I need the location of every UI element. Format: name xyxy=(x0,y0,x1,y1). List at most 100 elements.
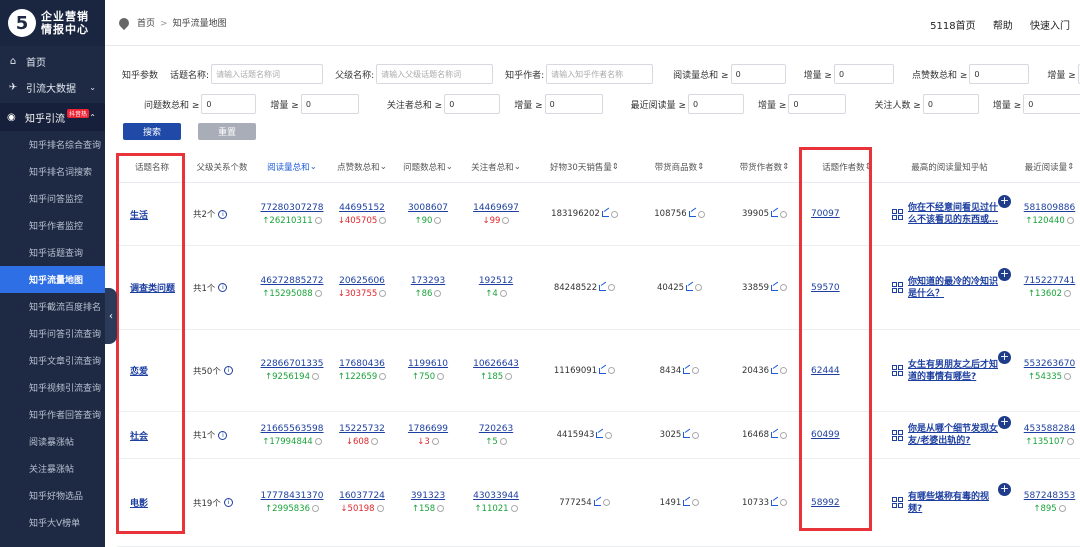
clock-icon[interactable] xyxy=(692,499,700,506)
clock-icon[interactable] xyxy=(608,284,616,291)
clock-icon[interactable] xyxy=(314,290,322,297)
qr-code-icon[interactable] xyxy=(892,208,903,220)
col-header-6[interactable]: 好物30天销售量 ⇕ xyxy=(532,150,637,183)
nav-help[interactable]: 帮助 xyxy=(993,21,1013,32)
sidebar-item-10[interactable]: 知乎作者回答查询 xyxy=(0,401,105,428)
stat-value[interactable]: 1199610 xyxy=(408,359,448,369)
search-button[interactable]: 搜索 xyxy=(123,123,181,140)
clock-icon[interactable] xyxy=(697,210,705,218)
clock-icon[interactable] xyxy=(605,431,613,439)
sidebar-item-home[interactable]: ⌂ 首页 xyxy=(0,48,105,74)
sidebar-item-5[interactable]: 知乎流量地图 xyxy=(0,266,105,293)
clock-icon[interactable] xyxy=(379,373,387,380)
col-header-4[interactable]: 问题数总和 ⌄ xyxy=(395,150,461,183)
clock-icon[interactable] xyxy=(379,216,387,224)
topic-input[interactable]: 请输入话题名称词 xyxy=(211,64,324,84)
clock-icon[interactable] xyxy=(379,290,387,297)
follow-inc-input[interactable]: 0 xyxy=(544,94,603,114)
sidebar-item-1[interactable]: 知乎排名词搜索 xyxy=(0,158,105,185)
qr-code-icon[interactable] xyxy=(892,497,903,508)
sidebar-item-11[interactable]: 阅读暴涨帖 xyxy=(0,428,105,455)
clock-icon[interactable] xyxy=(608,367,616,374)
sidebar-group-zhihu[interactable]: ◉ 知乎引流 抖音热 ⌃ xyxy=(0,103,105,131)
clock-icon[interactable] xyxy=(602,499,610,506)
breadcrumb-home[interactable]: 首页 xyxy=(137,19,155,29)
stat-value[interactable]: 581809886 xyxy=(1024,203,1076,213)
sidebar-item-3[interactable]: 知乎作者监控 xyxy=(0,212,105,239)
clock-icon[interactable] xyxy=(499,437,507,445)
clock-icon[interactable] xyxy=(431,437,439,445)
reset-button[interactable]: 重置 xyxy=(198,123,256,140)
attn-inc-input[interactable]: 0 xyxy=(1023,94,1080,114)
sidebar-item-14[interactable]: 知乎大V榜单 xyxy=(0,509,105,536)
col-header-11[interactable]: 最近阅读量 ⇕ xyxy=(1012,150,1080,183)
clock-icon[interactable] xyxy=(510,505,518,512)
stat-value[interactable]: 43033944 xyxy=(473,491,519,501)
recent-inc-input[interactable]: 0 xyxy=(788,94,847,114)
q-total-input[interactable]: 0 xyxy=(201,94,257,114)
read-total-input[interactable]: 0 xyxy=(730,64,786,84)
info-icon[interactable]: i xyxy=(218,209,228,219)
logo[interactable]: 5 企业营销 情报中心 xyxy=(0,0,105,46)
clock-icon[interactable] xyxy=(610,210,618,218)
col-header-8[interactable]: 带货作者数 ⇕ xyxy=(722,150,807,183)
trend-icon[interactable] xyxy=(683,499,691,506)
sidebar-item-4[interactable]: 知乎话题查询 xyxy=(0,239,105,266)
sidebar-item-2[interactable]: 知乎问答监控 xyxy=(0,185,105,212)
top-post-link[interactable]: 你知道的最冷的冷知识是什么？ xyxy=(908,276,1000,300)
stat-value[interactable]: 20625606 xyxy=(339,276,385,286)
trend-icon[interactable] xyxy=(601,211,609,217)
col-header-2[interactable]: 阅读量总和 ⌄ xyxy=(257,150,327,183)
clock-icon[interactable] xyxy=(499,290,507,297)
recent-read-input[interactable]: 0 xyxy=(688,94,745,114)
trend-icon[interactable] xyxy=(771,284,779,291)
add-icon[interactable]: + xyxy=(998,194,1011,208)
top-post-link[interactable]: 你是从哪个细节发现女友/老婆出轨的? xyxy=(908,423,1000,447)
clock-icon[interactable] xyxy=(780,499,788,506)
parent-input[interactable]: 请输入父级话题名称词 xyxy=(376,64,494,84)
like-total-input[interactable]: 0 xyxy=(969,64,1030,84)
clock-icon[interactable] xyxy=(311,373,319,380)
top-post-link[interactable]: 有哪些堪称有毒的视频? xyxy=(908,491,1000,515)
info-icon[interactable]: i xyxy=(218,283,228,292)
qr-code-icon[interactable] xyxy=(892,365,903,376)
stat-value[interactable]: 15225732 xyxy=(339,424,385,434)
trend-icon[interactable] xyxy=(599,367,607,374)
trend-icon[interactable] xyxy=(686,284,694,291)
clock-icon[interactable] xyxy=(505,373,513,380)
stat-value[interactable]: 14469697 xyxy=(473,203,519,213)
info-icon[interactable]: i xyxy=(223,498,233,507)
clock-icon[interactable] xyxy=(695,284,703,291)
sidebar-item-9[interactable]: 知乎视频引流查询 xyxy=(0,374,105,401)
add-icon[interactable]: + xyxy=(998,268,1011,281)
follow-total-input[interactable]: 0 xyxy=(444,94,501,114)
stat-value[interactable]: 553263670 xyxy=(1024,359,1076,369)
clock-icon[interactable] xyxy=(780,210,788,218)
add-icon[interactable]: + xyxy=(998,351,1011,364)
top-post-link[interactable]: 女生有男朋友之后才知道的事情有哪些? xyxy=(908,359,1000,383)
stat-value[interactable]: 21665563598 xyxy=(261,424,324,434)
clock-icon[interactable] xyxy=(314,437,322,445)
clock-icon[interactable] xyxy=(1066,216,1074,224)
stat-value[interactable]: 16037724 xyxy=(339,491,385,501)
sidebar-item-12[interactable]: 关注暴涨帖 xyxy=(0,455,105,482)
trend-icon[interactable] xyxy=(771,499,779,506)
stat-value[interactable]: 453588284 xyxy=(1024,424,1076,434)
stat-value[interactable]: 1786699 xyxy=(408,424,448,434)
clock-icon[interactable] xyxy=(376,505,384,512)
author-input[interactable]: 请输入知乎作者名称 xyxy=(546,64,654,84)
add-icon[interactable]: + xyxy=(998,483,1011,496)
trend-icon[interactable] xyxy=(683,432,691,438)
sidebar-item-6[interactable]: 知乎截流百度排名 xyxy=(0,293,105,320)
clock-icon[interactable] xyxy=(1064,373,1072,380)
clock-icon[interactable] xyxy=(434,290,442,297)
trend-icon[interactable] xyxy=(771,432,779,438)
stat-value[interactable]: 3008607 xyxy=(408,203,448,213)
stat-value[interactable]: 17680436 xyxy=(339,359,385,369)
sidebar-item-0[interactable]: 知乎排名综合查询 xyxy=(0,131,105,158)
qr-code-icon[interactable] xyxy=(892,429,903,441)
clock-icon[interactable] xyxy=(1064,290,1072,297)
clock-icon[interactable] xyxy=(692,431,700,439)
stat-value[interactable]: 720263 xyxy=(479,424,513,434)
sidebar-item-8[interactable]: 知乎文章引流查询 xyxy=(0,347,105,374)
